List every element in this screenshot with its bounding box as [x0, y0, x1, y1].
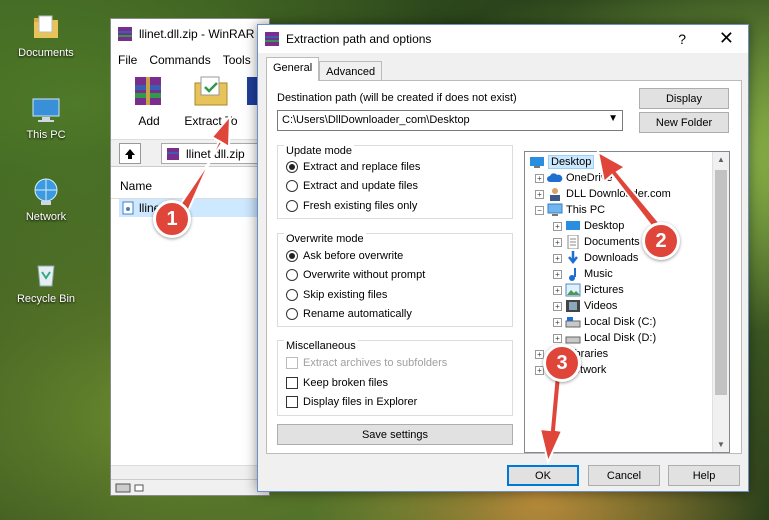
tab-general[interactable]: General	[266, 57, 320, 81]
step-2-badge: 2	[642, 222, 680, 260]
arrow-3	[538, 373, 564, 466]
step-1-badge: 1	[153, 200, 191, 238]
step-3-badge: 3	[543, 344, 581, 382]
arrow-2	[596, 150, 664, 234]
arrow-1	[178, 113, 232, 213]
annotation-arrows	[178, 113, 664, 466]
